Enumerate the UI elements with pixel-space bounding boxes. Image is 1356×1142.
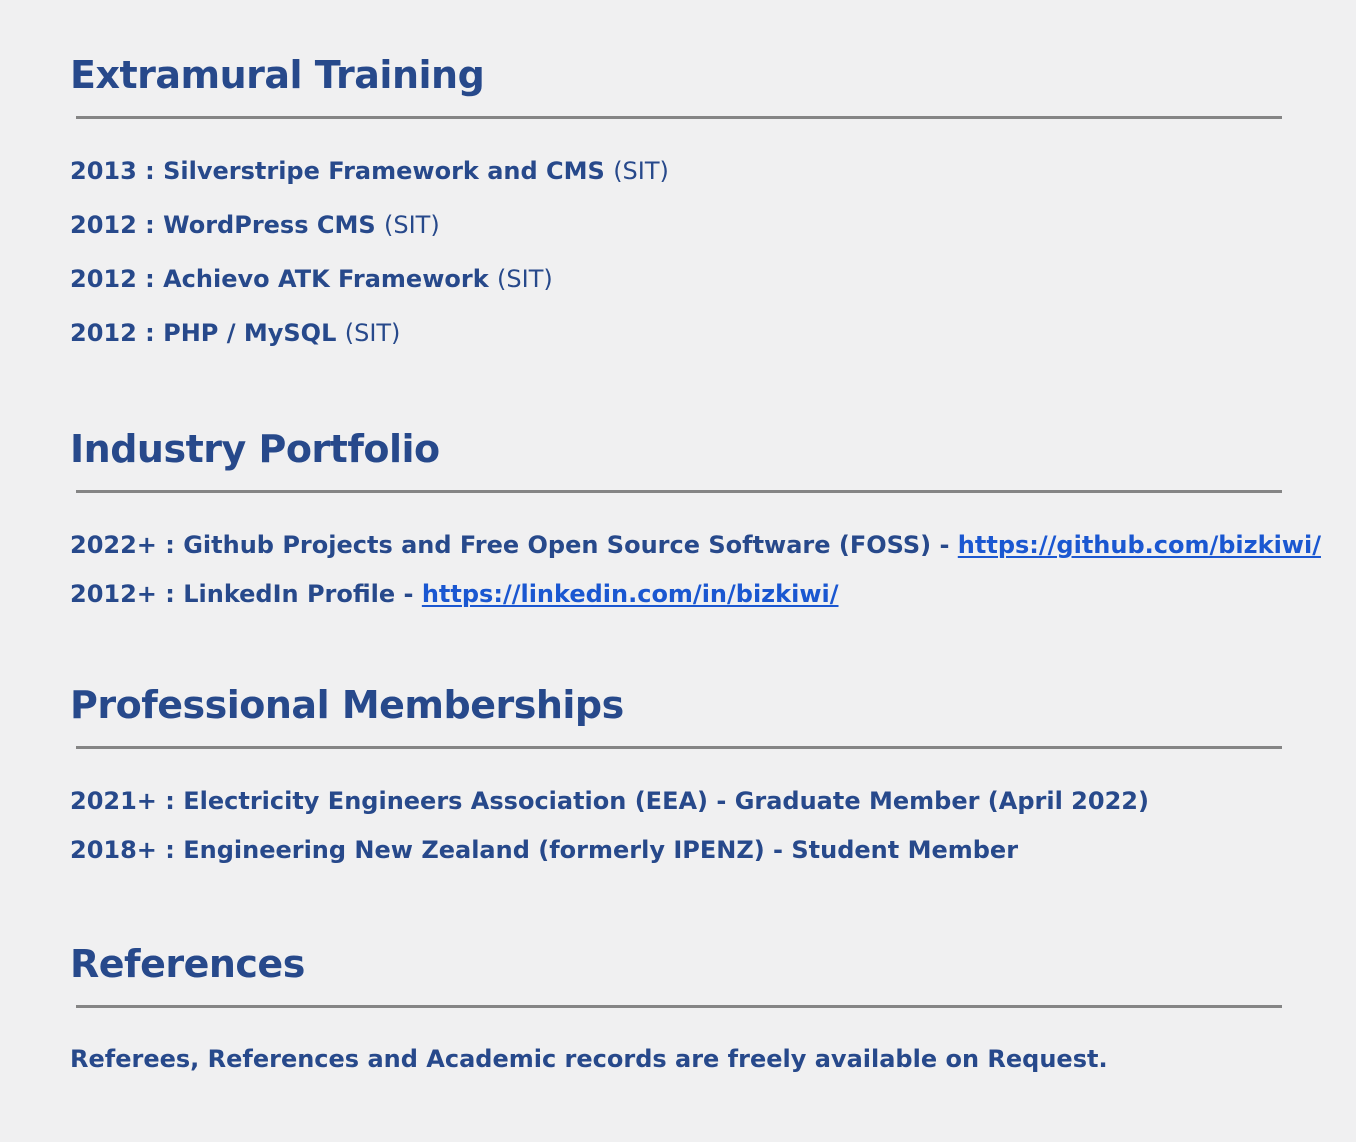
training-item-label: 2013 : Silverstripe Framework and CMS — [70, 157, 605, 185]
section-title-references: References — [70, 942, 305, 986]
portfolio-item-github: 2022+ : Github Projects and Free Open So… — [70, 530, 1321, 560]
training-item-provider: (SIT) — [497, 265, 553, 293]
section-title-portfolio: Industry Portfolio — [70, 427, 440, 471]
training-item-label: 2012 : WordPress CMS — [70, 211, 376, 239]
linkedin-link[interactable]: https://linkedin.com/in/bizkiwi/ — [422, 580, 839, 608]
training-item: 2012 : WordPress CMS (SIT) — [70, 210, 440, 240]
portfolio-item-linkedin: 2012+ : LinkedIn Profile - https://linke… — [70, 579, 839, 609]
section-divider — [76, 1005, 1282, 1008]
section-title-memberships: Professional Memberships — [70, 683, 624, 727]
training-item-provider: (SIT) — [384, 211, 440, 239]
section-divider — [76, 490, 1282, 493]
references-note: Referees, References and Academic record… — [70, 1044, 1108, 1074]
training-item-provider: (SIT) — [613, 157, 669, 185]
training-item-label: 2012 : Achievo ATK Framework — [70, 265, 489, 293]
section-industry-portfolio: Industry Portfolio 2022+ : Github Projec… — [70, 426, 1321, 608]
training-item: 2012 : PHP / MySQL (SIT) — [70, 318, 400, 348]
portfolio-item-label: 2022+ : Github Projects and Free Open So… — [70, 531, 958, 559]
training-item-label: 2012 : PHP / MySQL — [70, 319, 337, 347]
github-link[interactable]: https://github.com/bizkiwi/ — [958, 531, 1321, 559]
section-professional-memberships: Professional Memberships 2021+ : Electri… — [70, 682, 1282, 864]
references-text: Referees, References and Academic record… — [70, 1045, 1108, 1073]
section-extramural-training: Extramural Training 2013 : Silverstripe … — [70, 52, 1282, 347]
membership-item-label: 2021+ : Electricity Engineers Associatio… — [70, 787, 1149, 815]
training-item-provider: (SIT) — [344, 319, 401, 347]
section-divider — [76, 746, 1282, 749]
membership-item-label: 2018+ : Engineering New Zealand (formerl… — [70, 836, 1019, 864]
section-title-training: Extramural Training — [70, 53, 485, 97]
training-item: 2012 : Achievo ATK Framework (SIT) — [70, 264, 553, 294]
section-references: References Referees, References and Acad… — [70, 941, 1282, 1073]
membership-item: 2021+ : Electricity Engineers Associatio… — [70, 786, 1149, 816]
portfolio-item-label: 2012+ : LinkedIn Profile - — [70, 580, 422, 608]
section-divider — [76, 116, 1282, 119]
training-item: 2013 : Silverstripe Framework and CMS (S… — [70, 156, 669, 186]
membership-item: 2018+ : Engineering New Zealand (formerl… — [70, 835, 1018, 865]
